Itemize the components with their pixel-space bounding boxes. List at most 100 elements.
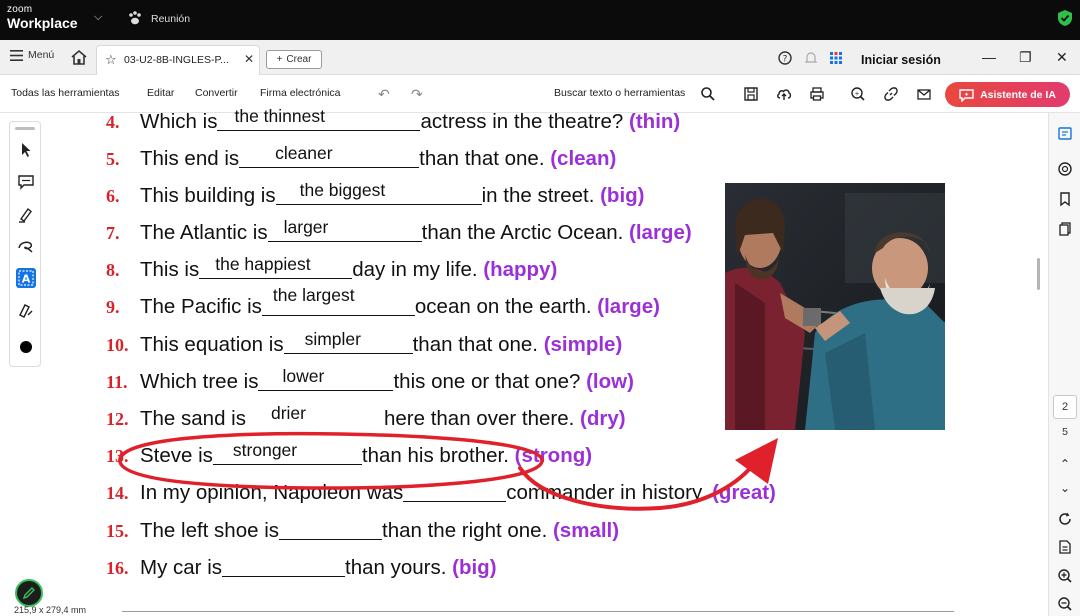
- all-tools-button[interactable]: Todas las herramientas: [11, 87, 120, 99]
- answer-blank[interactable]: [222, 555, 345, 577]
- zoom-in-icon[interactable]: [1057, 568, 1073, 584]
- answer-blank[interactable]: [403, 480, 507, 502]
- answer-blank[interactable]: lower: [258, 366, 394, 391]
- print-icon[interactable]: [809, 86, 825, 102]
- home-icon[interactable]: [70, 49, 88, 66]
- star-icon[interactable]: ☆: [105, 52, 117, 68]
- exercise-sentence: This equation is simpler than that one. (s…: [140, 329, 623, 357]
- hamburger-icon: [10, 49, 23, 61]
- stamp-sign-icon[interactable]: [16, 300, 36, 320]
- link-icon[interactable]: [883, 86, 899, 102]
- text-box-icon[interactable]: A: [16, 268, 36, 288]
- document-tab[interactable]: ☆ 03-U2-8B-INGLES-P... ✕: [96, 45, 260, 75]
- page-size-label: 215,9 x 279,4 mm: [14, 605, 87, 615]
- hint-word: (large): [629, 221, 692, 244]
- undo-icon[interactable]: ↶: [378, 86, 390, 103]
- horizontal-scrollbar[interactable]: [122, 611, 954, 612]
- answer-blank[interactable]: stronger: [212, 440, 362, 465]
- answer-blank[interactable]: the thinnest: [217, 106, 421, 131]
- convert-button[interactable]: Convertir: [195, 87, 238, 99]
- current-page-field[interactable]: 2: [1053, 395, 1077, 419]
- hint-word: (simple): [543, 333, 623, 356]
- answer-blank[interactable]: drier: [246, 403, 384, 428]
- chevron-down-icon[interactable]: ⌄: [1057, 481, 1073, 497]
- color-picker-dot[interactable]: [20, 341, 32, 353]
- shield-check-icon[interactable]: [1057, 9, 1073, 27]
- sentence-start: Which is: [140, 110, 218, 133]
- answer-blank[interactable]: [279, 518, 383, 540]
- sentence-end: than the right one.: [382, 519, 548, 542]
- hint-word: (strong): [514, 444, 593, 467]
- sentence-end: commander in history.: [506, 481, 707, 504]
- answer-blank[interactable]: simpler: [283, 329, 413, 354]
- help-icon[interactable]: ?: [778, 51, 792, 65]
- redo-icon[interactable]: ↷: [411, 86, 423, 103]
- freehand-draw-icon[interactable]: [16, 236, 36, 256]
- comments-panel-icon[interactable]: [1057, 161, 1073, 177]
- close-icon[interactable]: ✕: [244, 52, 254, 66]
- bookmark-icon[interactable]: [1057, 191, 1073, 207]
- mail-icon[interactable]: [916, 86, 932, 102]
- close-window-icon[interactable]: ✕: [1056, 49, 1068, 66]
- hint-word: (large): [597, 295, 660, 318]
- refresh-icon[interactable]: [1057, 511, 1073, 527]
- exercise-sentence: This building is the biggest in the street…: [140, 180, 645, 208]
- menu-label: Menú: [28, 49, 55, 61]
- highlighter-icon[interactable]: [16, 204, 36, 224]
- exercise-sentence: The Atlantic is larger than the Arctic Oce…: [140, 217, 692, 245]
- sentence-end: day in my life.: [352, 258, 478, 281]
- answer-blank[interactable]: the largest: [261, 285, 415, 316]
- ai-summary-icon[interactable]: [1057, 125, 1073, 141]
- search-icon[interactable]: [700, 86, 716, 102]
- create-button[interactable]: + Crear: [266, 50, 322, 69]
- answer-blank[interactable]: the biggest: [275, 180, 482, 205]
- sentence-start: This end is: [140, 147, 240, 170]
- restore-icon[interactable]: ❐: [1019, 49, 1032, 66]
- minimize-icon[interactable]: —: [982, 49, 996, 65]
- ai-assistant-icon: ✦: [959, 88, 974, 102]
- edit-pen-button[interactable]: [15, 579, 43, 607]
- chevron-down-icon[interactable]: ⌵: [94, 11, 102, 24]
- chevron-up-icon[interactable]: ⌃: [1057, 457, 1073, 473]
- search-tools-button[interactable]: Buscar texto o herramientas: [554, 87, 685, 99]
- save-icon[interactable]: [743, 86, 759, 102]
- sentence-end: than that one.: [419, 147, 545, 170]
- left-quick-toolbar: A: [9, 121, 41, 367]
- login-button[interactable]: Iniciar sesión: [861, 53, 941, 67]
- answer-blank[interactable]: cleaner: [239, 143, 420, 168]
- edit-button[interactable]: Editar: [147, 87, 174, 99]
- page-view-icon[interactable]: [1057, 539, 1073, 555]
- inserted-photo[interactable]: [725, 183, 945, 430]
- bell-icon[interactable]: [804, 51, 818, 65]
- comment-icon[interactable]: [16, 172, 36, 192]
- vertical-scrollbar[interactable]: [1037, 258, 1040, 290]
- esign-button[interactable]: Firma electrónica: [260, 87, 341, 99]
- zoom-brand-line2: Workplace: [7, 15, 78, 31]
- exercise-sentence: My car is than yours. (big): [140, 555, 497, 580]
- answer-blank[interactable]: larger: [267, 217, 422, 242]
- answer-text: the largest: [272, 285, 355, 305]
- sentence-end: in the street.: [481, 184, 595, 207]
- exercise-number: 9.: [106, 297, 120, 317]
- ai-search-icon[interactable]: +: [850, 86, 866, 102]
- total-pages-label: 5: [1062, 426, 1068, 438]
- select-cursor-icon[interactable]: [16, 140, 36, 160]
- toolbar-grip[interactable]: [15, 127, 35, 130]
- answer-blank[interactable]: the happiest: [199, 254, 353, 279]
- zoom-out-icon[interactable]: [1057, 596, 1073, 612]
- ai-assistant-button[interactable]: ✦ Asistente de IA: [945, 82, 1070, 107]
- menu-button[interactable]: Menú: [10, 49, 54, 61]
- hint-word: (happy): [483, 258, 558, 281]
- exercise-number: 6.: [106, 186, 120, 206]
- apps-grid-icon[interactable]: [829, 51, 843, 65]
- zoom-workplace-logo[interactable]: zoom Workplace: [7, 5, 78, 31]
- exercise-number: 4.: [106, 112, 120, 132]
- meeting-label[interactable]: Reunión: [151, 13, 190, 25]
- sentence-start: Steve is: [140, 444, 213, 467]
- pages-thumbnail-icon[interactable]: [1057, 221, 1073, 237]
- svg-text:✦: ✦: [964, 91, 969, 98]
- cloud-upload-icon[interactable]: [776, 86, 792, 102]
- exercise-number: 16.: [106, 558, 129, 578]
- exercise-number: 14.: [106, 483, 129, 503]
- svg-text:+: +: [854, 91, 859, 98]
